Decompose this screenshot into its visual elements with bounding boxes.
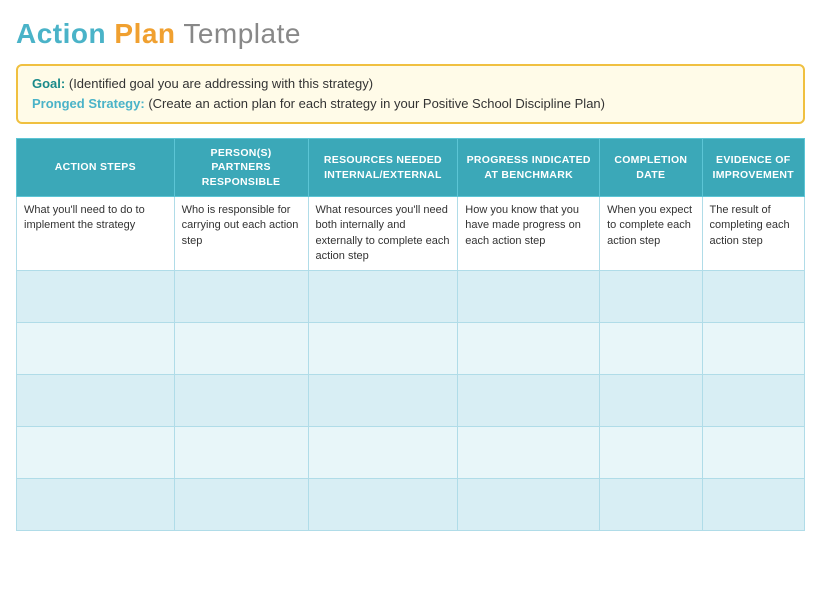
cell-evidence-3 <box>702 375 804 427</box>
page-title: Action Plan Template <box>16 18 805 50</box>
strategy-line: Pronged Strategy: (Create an action plan… <box>32 94 789 114</box>
cell-action-5 <box>17 479 175 531</box>
table-row <box>17 323 805 375</box>
col-header-persons: PERSON(S) PARTNERS RESPONSIBLE <box>174 139 308 197</box>
cell-completion-2 <box>600 323 702 375</box>
cell-evidence-4 <box>702 427 804 479</box>
cell-completion-1 <box>600 271 702 323</box>
goal-label: Goal: <box>32 76 65 91</box>
cell-action-4 <box>17 427 175 479</box>
cell-action-3 <box>17 375 175 427</box>
cell-resources-2 <box>308 323 458 375</box>
cell-resources-4 <box>308 427 458 479</box>
cell-evidence-2 <box>702 323 804 375</box>
table-row-description: What you'll need to do to implement the … <box>17 196 805 271</box>
table-row <box>17 271 805 323</box>
title-action: Action <box>16 18 106 49</box>
cell-completion-5 <box>600 479 702 531</box>
cell-persons-1 <box>174 271 308 323</box>
goal-box: Goal: (Identified goal you are addressin… <box>16 64 805 124</box>
cell-evidence-desc: The result of completing each action ste… <box>702 196 804 271</box>
cell-progress-5 <box>458 479 600 531</box>
cell-evidence-1 <box>702 271 804 323</box>
cell-resources-3 <box>308 375 458 427</box>
cell-persons-4 <box>174 427 308 479</box>
cell-action-desc: What you'll need to do to implement the … <box>17 196 175 271</box>
cell-action-1 <box>17 271 175 323</box>
cell-completion-4 <box>600 427 702 479</box>
cell-progress-1 <box>458 271 600 323</box>
col-header-completion: COMPLETION DATE <box>600 139 702 197</box>
table-row <box>17 427 805 479</box>
action-plan-table: ACTION STEPS PERSON(S) PARTNERS RESPONSI… <box>16 138 805 531</box>
cell-evidence-5 <box>702 479 804 531</box>
cell-action-2 <box>17 323 175 375</box>
col-header-resources: RESOURCES NEEDED INTERNAL/EXTERNAL <box>308 139 458 197</box>
goal-text: (Identified goal you are addressing with… <box>69 76 373 91</box>
goal-line: Goal: (Identified goal you are addressin… <box>32 74 789 94</box>
cell-resources-5 <box>308 479 458 531</box>
cell-persons-desc: Who is responsible for carrying out each… <box>174 196 308 271</box>
table-row <box>17 479 805 531</box>
cell-resources-1 <box>308 271 458 323</box>
cell-completion-3 <box>600 375 702 427</box>
cell-resources-desc: What resources you'll need both internal… <box>308 196 458 271</box>
col-header-evidence: EVIDENCE OF IMPROVEMENT <box>702 139 804 197</box>
col-header-action-steps: ACTION STEPS <box>17 139 175 197</box>
cell-persons-2 <box>174 323 308 375</box>
cell-progress-2 <box>458 323 600 375</box>
cell-persons-3 <box>174 375 308 427</box>
cell-persons-5 <box>174 479 308 531</box>
title-plan: Plan <box>114 18 175 49</box>
strategy-text: (Create an action plan for each strategy… <box>148 96 605 111</box>
cell-progress-desc: How you know that you have made progress… <box>458 196 600 271</box>
table-header-row: ACTION STEPS PERSON(S) PARTNERS RESPONSI… <box>17 139 805 197</box>
title-template: Template <box>183 18 301 49</box>
cell-progress-4 <box>458 427 600 479</box>
col-header-progress: PROGRESS INDICATED AT BENCHMARK <box>458 139 600 197</box>
strategy-label: Pronged Strategy: <box>32 96 145 111</box>
cell-completion-desc: When you expect to complete each action … <box>600 196 702 271</box>
cell-progress-3 <box>458 375 600 427</box>
table-row <box>17 375 805 427</box>
